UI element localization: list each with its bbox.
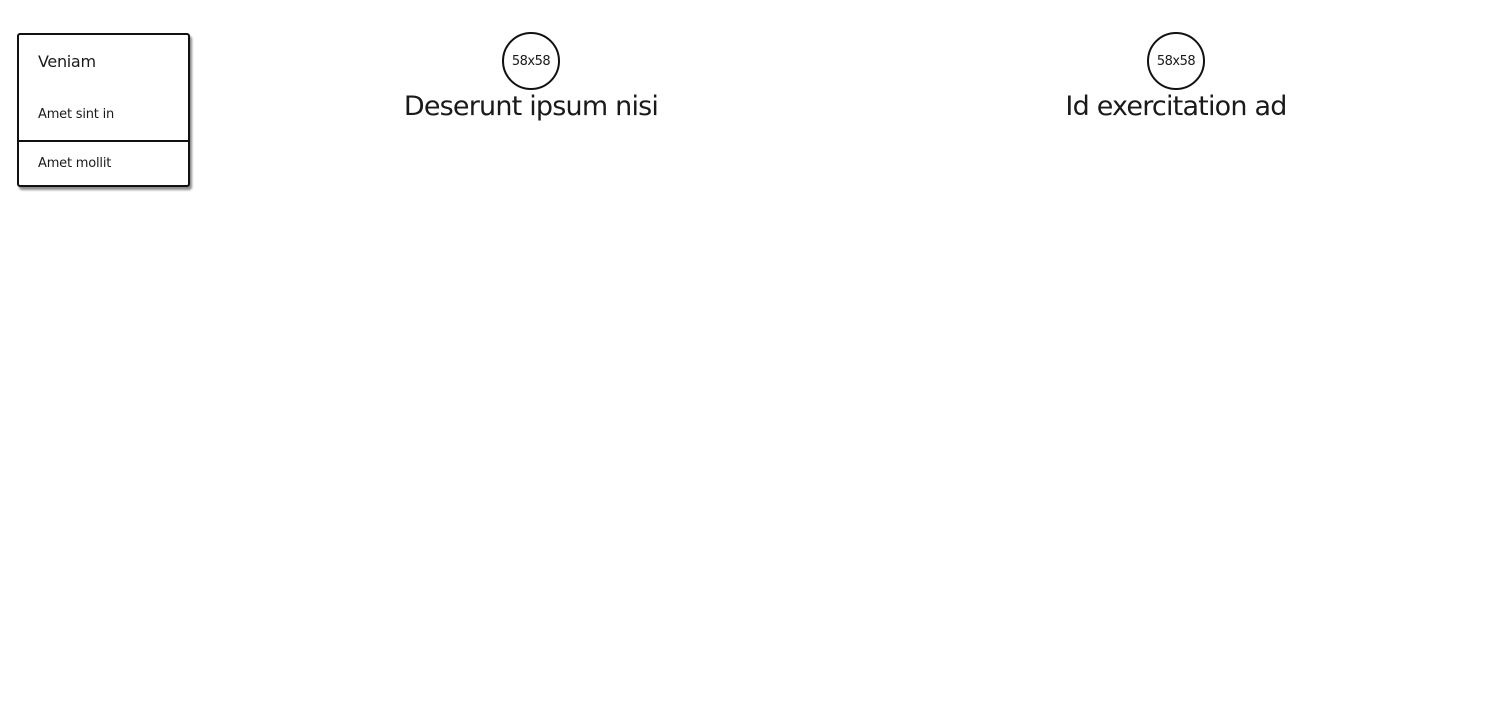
- profile-name: Deserunt ipsum nisi: [403, 91, 659, 122]
- menu-card: Veniam Amet sint in Amet mollit: [17, 33, 190, 187]
- profile-card-1: 58x58 Deserunt ipsum nisi: [331, 32, 731, 122]
- profile-card-2: 58x58 Id exercitation ad: [976, 32, 1376, 122]
- profile-name: Id exercitation ad: [1065, 91, 1287, 122]
- avatar-placeholder: 58x58: [1147, 32, 1205, 90]
- menu-title: Veniam: [38, 52, 96, 71]
- menu-item-amet-mollit[interactable]: Amet mollit: [38, 156, 111, 171]
- menu-item-amet-sint-in[interactable]: Amet sint in: [38, 107, 114, 122]
- menu-divider: [19, 140, 188, 142]
- avatar-placeholder: 58x58: [502, 32, 560, 90]
